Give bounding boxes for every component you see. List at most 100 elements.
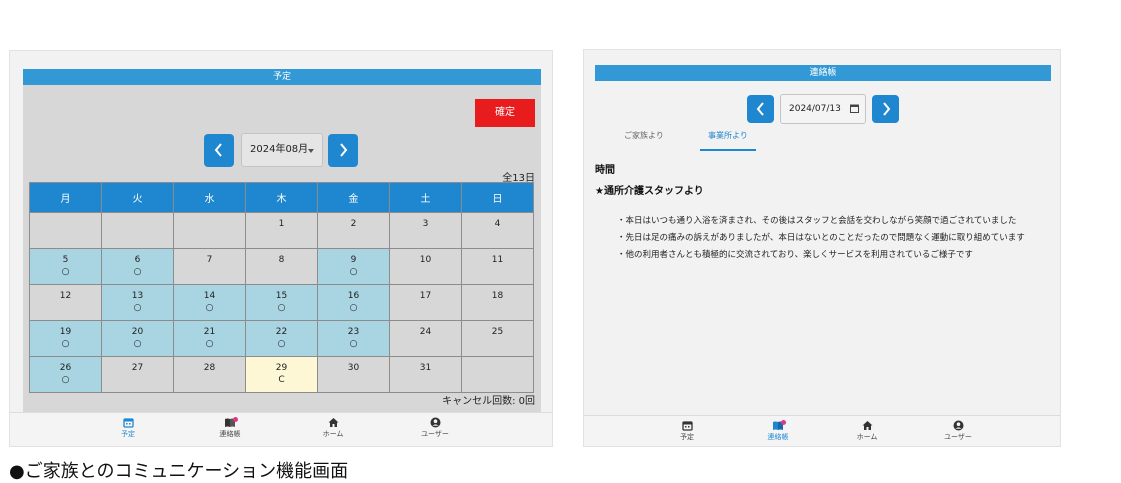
contact-book-screen: 連絡帳 2024/07/13 ご家族より 事業所より 時間 ★通所介護スタッフよ… [583,49,1061,447]
nav-user[interactable]: ユーザー [928,420,988,442]
nav-schedule[interactable]: 予定 [657,420,717,442]
next-month-button[interactable] [328,134,358,167]
nav-contact-book[interactable]: 連絡帳 [200,417,260,439]
nav-contact-book-label: 連絡帳 [219,430,241,438]
nav-contact-book[interactable]: 連絡帳 [748,420,808,442]
next-date-button[interactable] [872,95,899,123]
calendar-day-cell[interactable]: 28 [173,356,246,393]
calendar-day-cell[interactable]: 21 ○ [173,320,246,357]
day-number: 25 [491,327,504,337]
day-number: 15 [275,291,288,301]
calendar-week: 26 ○ 27 28 29 C 30 31 [29,356,534,393]
weekday-header: 月 [29,182,102,213]
calendar-day-cell[interactable]: 6 ○ [101,248,174,285]
calendar-day-cell[interactable]: 18 [461,284,534,321]
calendar-day-cell[interactable]: 26 ○ [29,356,102,393]
section-title: ★通所介護スタッフより [595,186,704,197]
calendar-day-cell[interactable]: 16 ○ [317,284,390,321]
calendar-day-cell[interactable]: 7 [173,248,246,285]
nav-schedule[interactable]: 予定 [98,417,158,439]
day-status-mark: ○ [349,303,358,313]
nav-home[interactable]: ホーム [837,420,897,442]
notification-dot [233,417,238,422]
calendar-icon [122,418,134,428]
calendar-day-cell[interactable]: 30 [317,356,390,393]
date-input[interactable]: 2024/07/13 [780,94,866,124]
day-number: 26 [59,363,72,373]
figure-caption: ●ご家族とのコミュニケーション機能画面 [9,461,349,482]
bottom-nav: 予定 連絡帳 ホーム ユーザー [10,412,552,446]
calendar-day-cell[interactable]: 17 [389,284,462,321]
calendar-day-cell[interactable]: 9 ○ [317,248,390,285]
calendar-picker-icon [850,104,859,113]
calendar-day-cell[interactable]: 12 [29,284,102,321]
calendar-day-cell[interactable]: 2 [317,212,390,249]
calendar-grid: 月火水木金土日 1 2 3 4 5 ○ 6 ○ 7 8 9 ○ 10 11 12 13 ○ 14 ○ 15 ○ 16 ○ 17… [29,182,534,393]
month-select[interactable]: 2024年08月 [241,133,323,167]
calendar-day-cell[interactable]: 19 ○ [29,320,102,357]
calendar-day-cell[interactable]: 24 [389,320,462,357]
nav-user[interactable]: ユーザー [405,417,465,439]
calendar-day-cell[interactable]: 1 [245,212,318,249]
day-number: 16 [347,291,360,301]
calendar-day-cell[interactable]: 25 [461,320,534,357]
prev-month-button[interactable] [204,134,234,167]
day-number: 27 [131,363,144,373]
user-icon [953,420,963,431]
calendar-day-cell[interactable]: 11 [461,248,534,285]
day-status-mark: C [278,375,285,385]
tab-facility[interactable]: 事業所より [708,130,748,141]
calendar-day-cell[interactable]: 14 ○ [173,284,246,321]
calendar-day-cell[interactable]: 4 [461,212,534,249]
calendar-day-cell[interactable]: 29 C [245,356,318,393]
day-status-mark: ○ [349,339,358,349]
day-number: 9 [350,255,357,265]
calendar-week: 1 2 3 4 [29,212,534,249]
calendar-day-cell[interactable]: 5 ○ [29,248,102,285]
calendar-day-cell[interactable]: 3 [389,212,462,249]
caret-down-icon [308,149,314,153]
calendar-empty-cell [29,212,102,249]
calendar-week: 19 ○ 20 ○ 21 ○ 22 ○ 23 ○ 24 25 [29,320,534,357]
day-number: 13 [131,291,144,301]
day-status-mark: ○ [133,339,142,349]
calendar-day-cell[interactable]: 22 ○ [245,320,318,357]
day-number: 21 [203,327,216,337]
calendar-day-cell[interactable]: 13 ○ [101,284,174,321]
contact-book-title: 連絡帳 [595,65,1051,81]
cancel-count: キャンセル回数: 0回 [442,396,535,407]
day-status-mark: ○ [61,267,70,277]
active-tab-indicator [700,149,756,151]
calendar-day-cell[interactable]: 31 [389,356,462,393]
calendar-day-cell[interactable]: 8 [245,248,318,285]
calendar-day-cell[interactable]: 20 ○ [101,320,174,357]
calendar-week: 12 13 ○ 14 ○ 15 ○ 16 ○ 17 18 [29,284,534,321]
nav-home[interactable]: ホーム [303,417,363,439]
calendar-day-cell[interactable]: 10 [389,248,462,285]
confirm-button[interactable]: 確定 [475,99,535,127]
day-number: 5 [62,255,69,265]
weekday-header: 水 [173,182,246,213]
nav-user-label: ユーザー [421,430,449,438]
calendar-day-cell[interactable]: 27 [101,356,174,393]
prev-date-button[interactable] [747,95,774,123]
day-status-mark: ○ [349,267,358,277]
day-number: 29 [275,363,288,373]
note-line: ・他の利用者さんとも積極的に交流されており、楽しくサービスを利用されているご様子… [617,250,973,260]
note-line: ・本日はいつも通り入浴を済まされ、その後はスタッフと会話を交わしながら笑顔で過ご… [617,216,1017,226]
notification-dot [781,420,786,425]
day-number: 17 [419,291,432,301]
tab-family[interactable]: ご家族より [624,130,664,141]
day-number: 6 [134,255,141,265]
date-value: 2024/07/13 [789,104,841,114]
home-icon [862,421,872,430]
calendar-day-cell[interactable]: 23 ○ [317,320,390,357]
day-number: 20 [131,327,144,337]
day-number: 18 [491,291,504,301]
calendar-day-cell[interactable]: 15 ○ [245,284,318,321]
nav-schedule-label: 予定 [121,430,135,438]
calendar-empty-cell [173,212,246,249]
chevron-right-icon [340,143,348,157]
day-number: 11 [491,255,504,265]
day-number: 7 [206,255,213,265]
